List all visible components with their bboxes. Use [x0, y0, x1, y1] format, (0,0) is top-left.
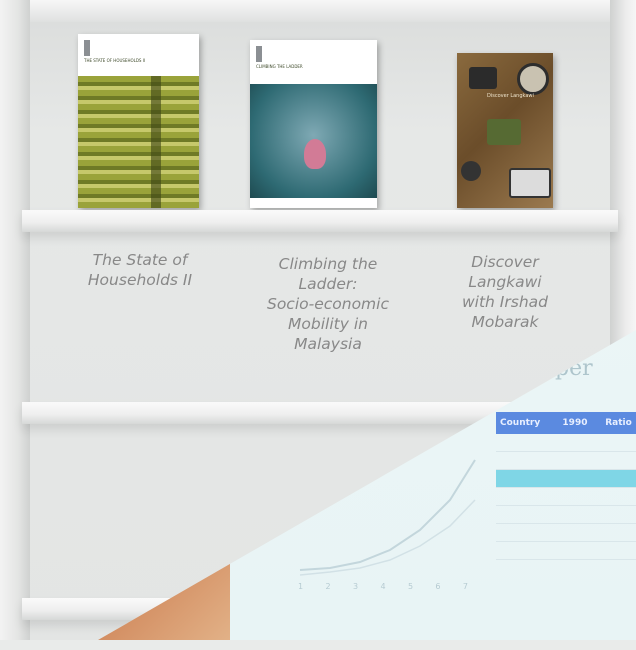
publisher-logo-icon — [84, 40, 90, 56]
table-row — [496, 487, 636, 506]
table-header-cell: 1990 — [558, 412, 602, 434]
book-cover-title: Discover Langkawi — [487, 93, 534, 99]
table-row — [496, 541, 636, 560]
next-slide-table: Country 1990 Ratio — [496, 412, 636, 560]
shelf-board-1 — [22, 210, 618, 232]
book-cover-state-of-households[interactable]: THE STATE OF HOUSEHOLDS II — [78, 34, 199, 208]
camera-icon — [469, 67, 497, 89]
building-photo — [78, 76, 199, 208]
magnifier-icon — [517, 63, 549, 95]
book-cover-title: THE STATE OF HOUSEHOLDS II — [84, 58, 146, 63]
book-cover-title: CLIMBING THE LADDER — [256, 64, 303, 69]
book-cover-climbing-the-ladder[interactable]: CLIMBING THE LADDER — [250, 40, 377, 208]
shelf-frame-left — [0, 0, 30, 640]
camera-icon — [509, 168, 551, 198]
book-caption-discover-langkawi[interactable]: Discover Langkawi with Irshad Mobarak — [440, 252, 570, 332]
book-caption-state-of-households[interactable]: The State of Households II — [70, 250, 210, 290]
table-row-highlighted — [496, 469, 636, 488]
table-row — [496, 451, 636, 470]
notebook-icon — [487, 119, 521, 145]
book-caption-climbing-the-ladder[interactable]: Climbing the Ladder: Socio-economic Mobi… — [258, 254, 398, 354]
lens-icon — [461, 161, 481, 181]
table-row — [496, 505, 636, 524]
table-row — [496, 523, 636, 542]
book-cover-discover-langkawi[interactable]: Discover Langkawi — [457, 53, 553, 208]
table-header-cell: Country — [496, 412, 559, 434]
publisher-logo-icon — [256, 46, 262, 62]
table-header-cell: Ratio — [601, 412, 636, 434]
next-slide-x-ticks: 1234567 — [298, 582, 468, 591]
shelf-frame-top — [0, 0, 636, 22]
child-on-stairs-photo — [250, 84, 377, 198]
table-row — [496, 434, 636, 452]
